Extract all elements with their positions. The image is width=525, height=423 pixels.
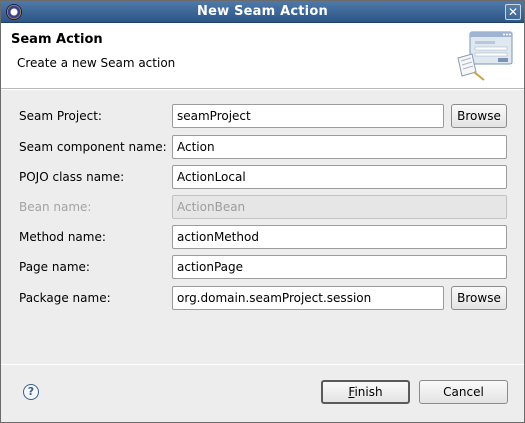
wizard-banner: Seam Action Create a new Seam action xyxy=(1,23,524,89)
method-name-row: Method name: actionMethod xyxy=(1,224,524,250)
page-name-label: Page name: xyxy=(19,260,90,274)
seam-project-row: Seam Project: seamProject Browse xyxy=(1,103,524,129)
component-name-field[interactable]: Action xyxy=(172,135,507,159)
close-button[interactable]: ✕ xyxy=(505,4,521,20)
package-name-field[interactable]: org.domain.seamProject.session xyxy=(172,286,444,310)
help-icon[interactable]: ? xyxy=(23,384,39,400)
page-name-row: Page name: actionPage xyxy=(1,254,524,280)
component-name-row: Seam component name: Action xyxy=(1,134,524,160)
component-name-label: Seam component name: xyxy=(19,140,167,154)
cancel-button[interactable]: Cancel xyxy=(419,380,508,404)
pojo-class-field[interactable]: ActionLocal xyxy=(172,165,507,189)
banner-separator xyxy=(1,89,524,90)
package-name-browse-button[interactable]: Browse xyxy=(451,286,507,310)
finish-label: inish xyxy=(354,385,383,399)
title-bar: New Seam Action ✕ xyxy=(1,1,524,23)
method-name-field[interactable]: actionMethod xyxy=(172,225,507,249)
seam-project-field[interactable]: seamProject xyxy=(172,104,444,128)
pojo-class-label: POJO class name: xyxy=(19,170,125,184)
method-name-label: Method name: xyxy=(19,230,106,244)
package-name-label: Package name: xyxy=(19,291,111,305)
wizard-dialog: New Seam Action ✕ Seam Action Create a n… xyxy=(0,0,525,423)
seam-project-browse-button[interactable]: Browse xyxy=(451,104,507,128)
bean-name-row: Bean name: ActionBean xyxy=(1,194,524,220)
pojo-class-row: POJO class name: ActionLocal xyxy=(1,164,524,190)
seam-project-label: Seam Project: xyxy=(19,109,102,123)
bean-name-label: Bean name: xyxy=(19,200,92,214)
page-name-field[interactable]: actionPage xyxy=(172,255,507,279)
banner-description: Create a new Seam action xyxy=(17,56,176,70)
banner-title: Seam Action xyxy=(11,32,103,47)
bean-name-field: ActionBean xyxy=(172,195,507,219)
wizard-banner-icon xyxy=(457,31,513,81)
package-name-row: Package name: org.domain.seamProject.ses… xyxy=(1,285,524,311)
finish-button[interactable]: Finish xyxy=(321,380,410,404)
footer-separator xyxy=(1,364,524,365)
window-title: New Seam Action xyxy=(197,4,328,19)
